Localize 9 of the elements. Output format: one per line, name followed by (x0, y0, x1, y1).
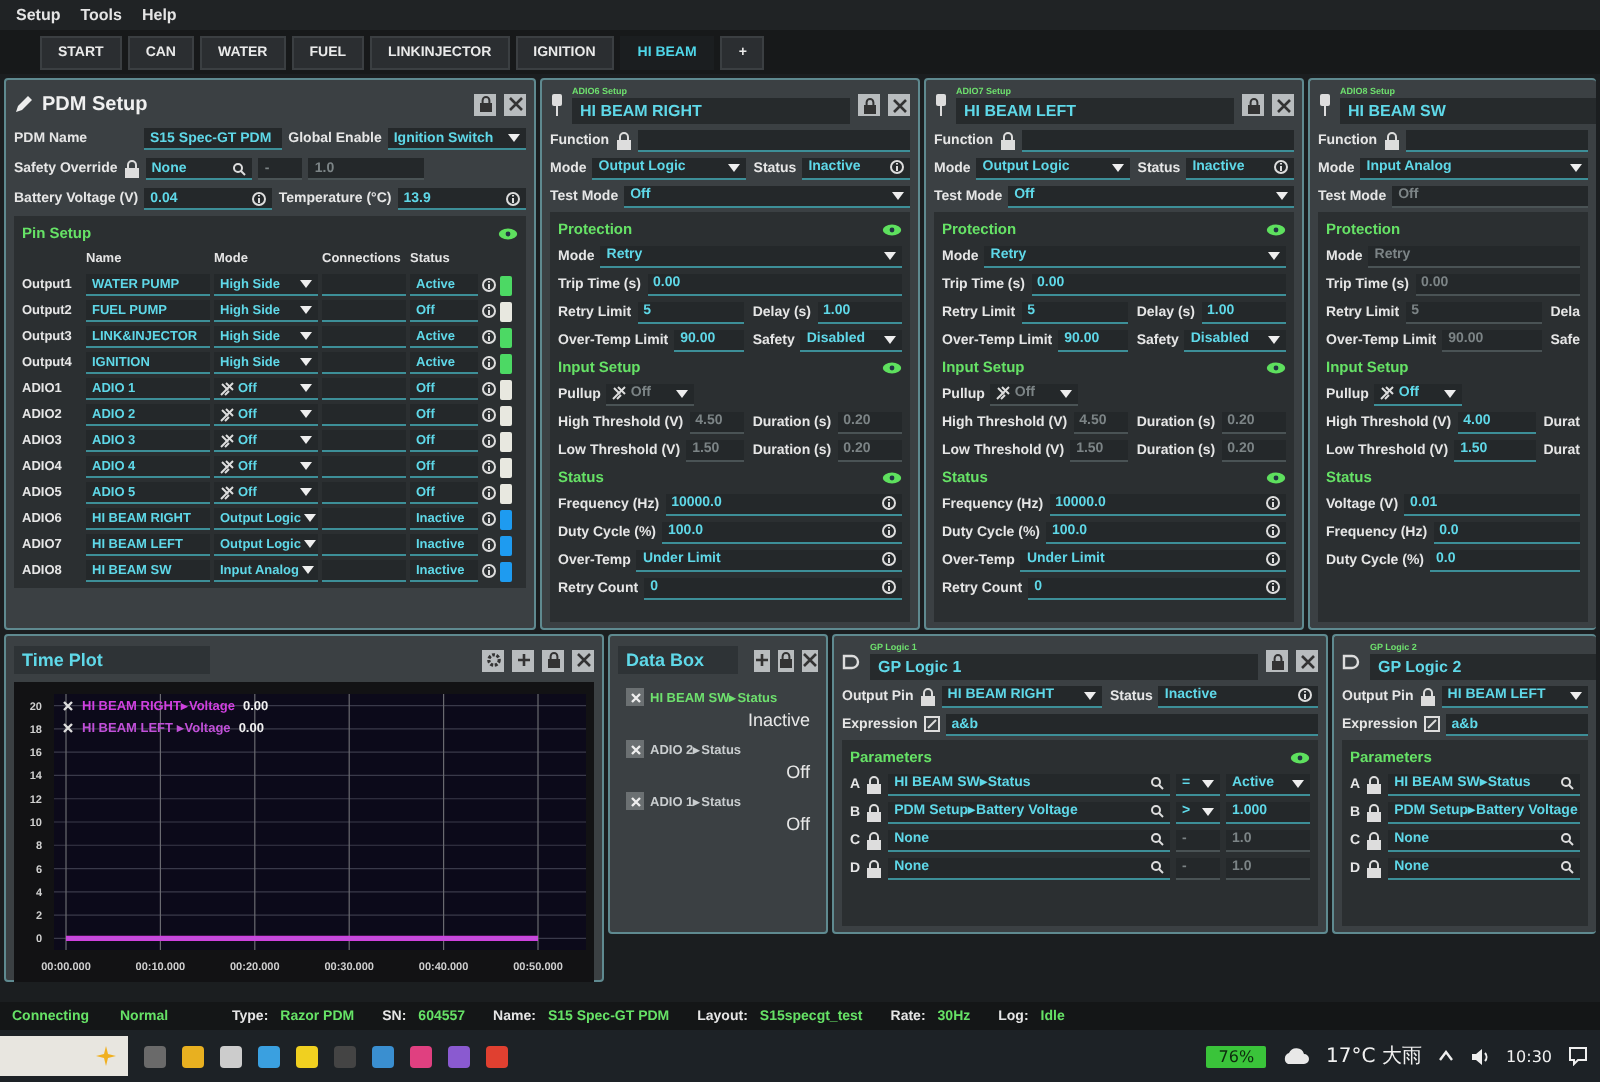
battery-indicator: 76% (1206, 1045, 1267, 1067)
panel-title: PDM Setup (42, 93, 148, 115)
clock-text: 10:30 (1505, 1047, 1552, 1065)
panel-title: Time Plot (14, 646, 210, 674)
weather-text: 17°C 大雨 (1326, 1043, 1422, 1070)
data-value: Off (786, 814, 810, 834)
data-value: Inactive (747, 710, 810, 730)
panel-title: Data Box (618, 646, 738, 674)
data-value: Off (786, 762, 810, 782)
